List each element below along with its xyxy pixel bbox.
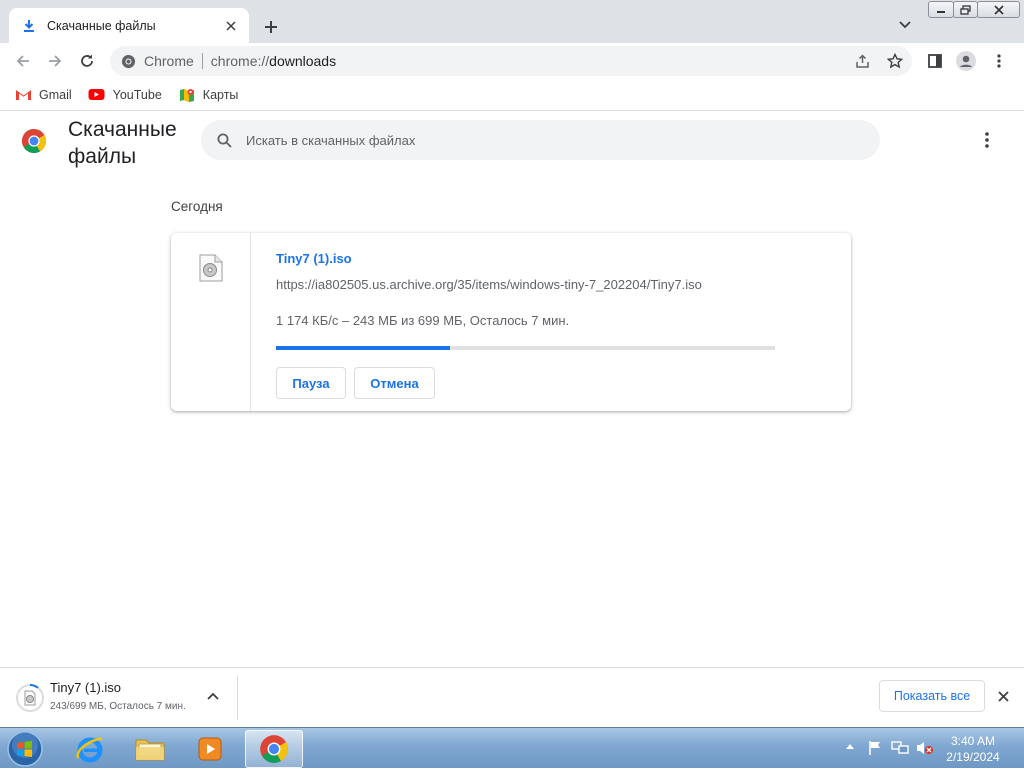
tab-title: Скачанные файлы <box>47 18 156 33</box>
action-center-flag-icon[interactable] <box>867 740 883 756</box>
disc-image-file-icon[interactable] <box>16 684 44 712</box>
side-panel-icon <box>928 54 942 68</box>
chrome-icon <box>120 53 136 69</box>
kebab-menu-icon <box>985 132 989 148</box>
back-button[interactable] <box>9 47 37 75</box>
taskbar-explorer[interactable] <box>121 730 179 768</box>
download-card: Tiny7 (1).iso https://ia802505.us.archiv… <box>171 233 851 411</box>
minimize-icon <box>937 10 945 13</box>
restore-icon <box>959 4 971 15</box>
download-shelf: Tiny7 (1).iso 243/699 МБ, Осталось 7 мин… <box>0 667 1024 727</box>
downloads-page: Скачанные файлы Сегодня Tiny7 (1).iso ht… <box>0 112 1024 667</box>
bookmark-label: YouTube <box>112 87 162 102</box>
download-filename-link[interactable]: Tiny7 (1).iso <box>276 251 352 266</box>
tab-downloads[interactable]: Скачанные файлы <box>9 8 249 43</box>
bookmark-label: Gmail <box>39 87 72 102</box>
cancel-button[interactable]: Отмена <box>354 367 435 399</box>
avatar-icon <box>956 51 976 71</box>
shelf-divider <box>237 676 238 720</box>
kebab-menu-icon <box>997 54 1001 68</box>
downloads-search[interactable] <box>201 120 880 160</box>
bookmark-label: Карты <box>202 87 239 102</box>
close-shelf-button[interactable] <box>993 686 1013 706</box>
folder-icon <box>135 739 165 761</box>
date-header: Сегодня <box>171 199 223 214</box>
download-status: 1 174 КБ/с – 243 МБ из 699 МБ, Осталось … <box>276 313 570 328</box>
download-progress-fill <box>276 346 450 350</box>
arrow-right-icon <box>49 55 62 67</box>
youtube-icon <box>88 88 106 102</box>
maximize-button[interactable] <box>953 1 978 18</box>
maps-icon <box>178 88 196 102</box>
bookmark-youtube[interactable]: YouTube <box>88 88 162 102</box>
show-all-button[interactable]: Показать все <box>879 680 985 712</box>
gmail-icon <box>14 88 32 102</box>
search-input[interactable] <box>246 132 846 148</box>
pause-button[interactable]: Пауза <box>276 367 346 399</box>
clock-date: 2/19/2024 <box>946 750 1000 764</box>
chrome-logo-icon <box>21 129 47 154</box>
bookmark-maps[interactable]: Карты <box>178 87 239 102</box>
profile-button[interactable] <box>952 47 980 75</box>
internet-explorer-icon <box>76 737 103 763</box>
taskbar-chrome[interactable] <box>245 730 303 768</box>
bookmark-star-icon[interactable] <box>885 51 905 71</box>
download-url[interactable]: https://ia802505.us.archive.org/35/items… <box>276 277 702 292</box>
forward-button[interactable] <box>41 47 69 75</box>
search-icon <box>215 131 233 149</box>
plus-icon <box>265 21 277 33</box>
network-icon[interactable] <box>891 740 909 756</box>
show-hidden-icons-icon[interactable] <box>845 742 855 750</box>
arrow-left-icon <box>16 55 29 67</box>
tab-search-button[interactable] <box>895 15 915 35</box>
shelf-filename[interactable]: Tiny7 (1).iso <box>50 680 121 695</box>
shelf-item-menu-button[interactable] <box>204 687 222 705</box>
close-tab-icon[interactable] <box>223 18 239 34</box>
bookmark-gmail[interactable]: Gmail <box>14 88 72 102</box>
download-progress-bar <box>276 346 775 350</box>
browser-toolbar: Chrome chrome://downloads <box>0 43 1024 79</box>
chevron-down-icon <box>899 21 911 29</box>
page-menu-button[interactable] <box>975 128 999 152</box>
start-button[interactable] <box>4 730 46 768</box>
tab-strip: Скачанные файлы <box>0 0 1024 43</box>
taskbar-clock[interactable]: 3:40 AM 2/19/2024 <box>935 733 1011 765</box>
reload-icon <box>81 54 93 67</box>
taskbar-media-player[interactable] <box>181 730 239 768</box>
chevron-up-icon <box>207 692 219 700</box>
url-text: chrome://downloads <box>210 53 337 69</box>
clock-time: 3:40 AM <box>950 734 996 748</box>
share-icon[interactable] <box>853 51 873 71</box>
new-tab-button[interactable] <box>259 15 283 39</box>
windows-taskbar: 3:40 AM 2/19/2024 <box>0 727 1024 768</box>
omnibox-separator <box>201 53 203 69</box>
minimize-button[interactable] <box>928 1 954 18</box>
menu-button[interactable] <box>985 47 1013 75</box>
page-title: Скачанные файлы <box>68 118 177 168</box>
chrome-chip: Chrome <box>144 53 194 69</box>
close-icon <box>997 690 1009 702</box>
media-player-icon <box>198 737 222 761</box>
reload-button[interactable] <box>73 47 101 75</box>
shelf-status: 243/699 МБ, Осталось 7 мин. <box>50 701 186 712</box>
volume-muted-icon[interactable] <box>916 740 934 756</box>
close-window-button[interactable] <box>977 1 1020 18</box>
chrome-icon <box>260 735 288 763</box>
close-icon <box>993 4 1004 15</box>
address-bar[interactable]: Chrome chrome://downloads <box>110 46 912 76</box>
taskbar-internet-explorer[interactable] <box>61 730 119 768</box>
bookmarks-bar: Gmail YouTube Карты <box>0 79 1024 111</box>
disc-image-file-icon <box>199 254 223 282</box>
side-panel-button[interactable] <box>921 47 949 75</box>
download-icon <box>21 18 37 34</box>
file-icon-column <box>171 233 251 411</box>
